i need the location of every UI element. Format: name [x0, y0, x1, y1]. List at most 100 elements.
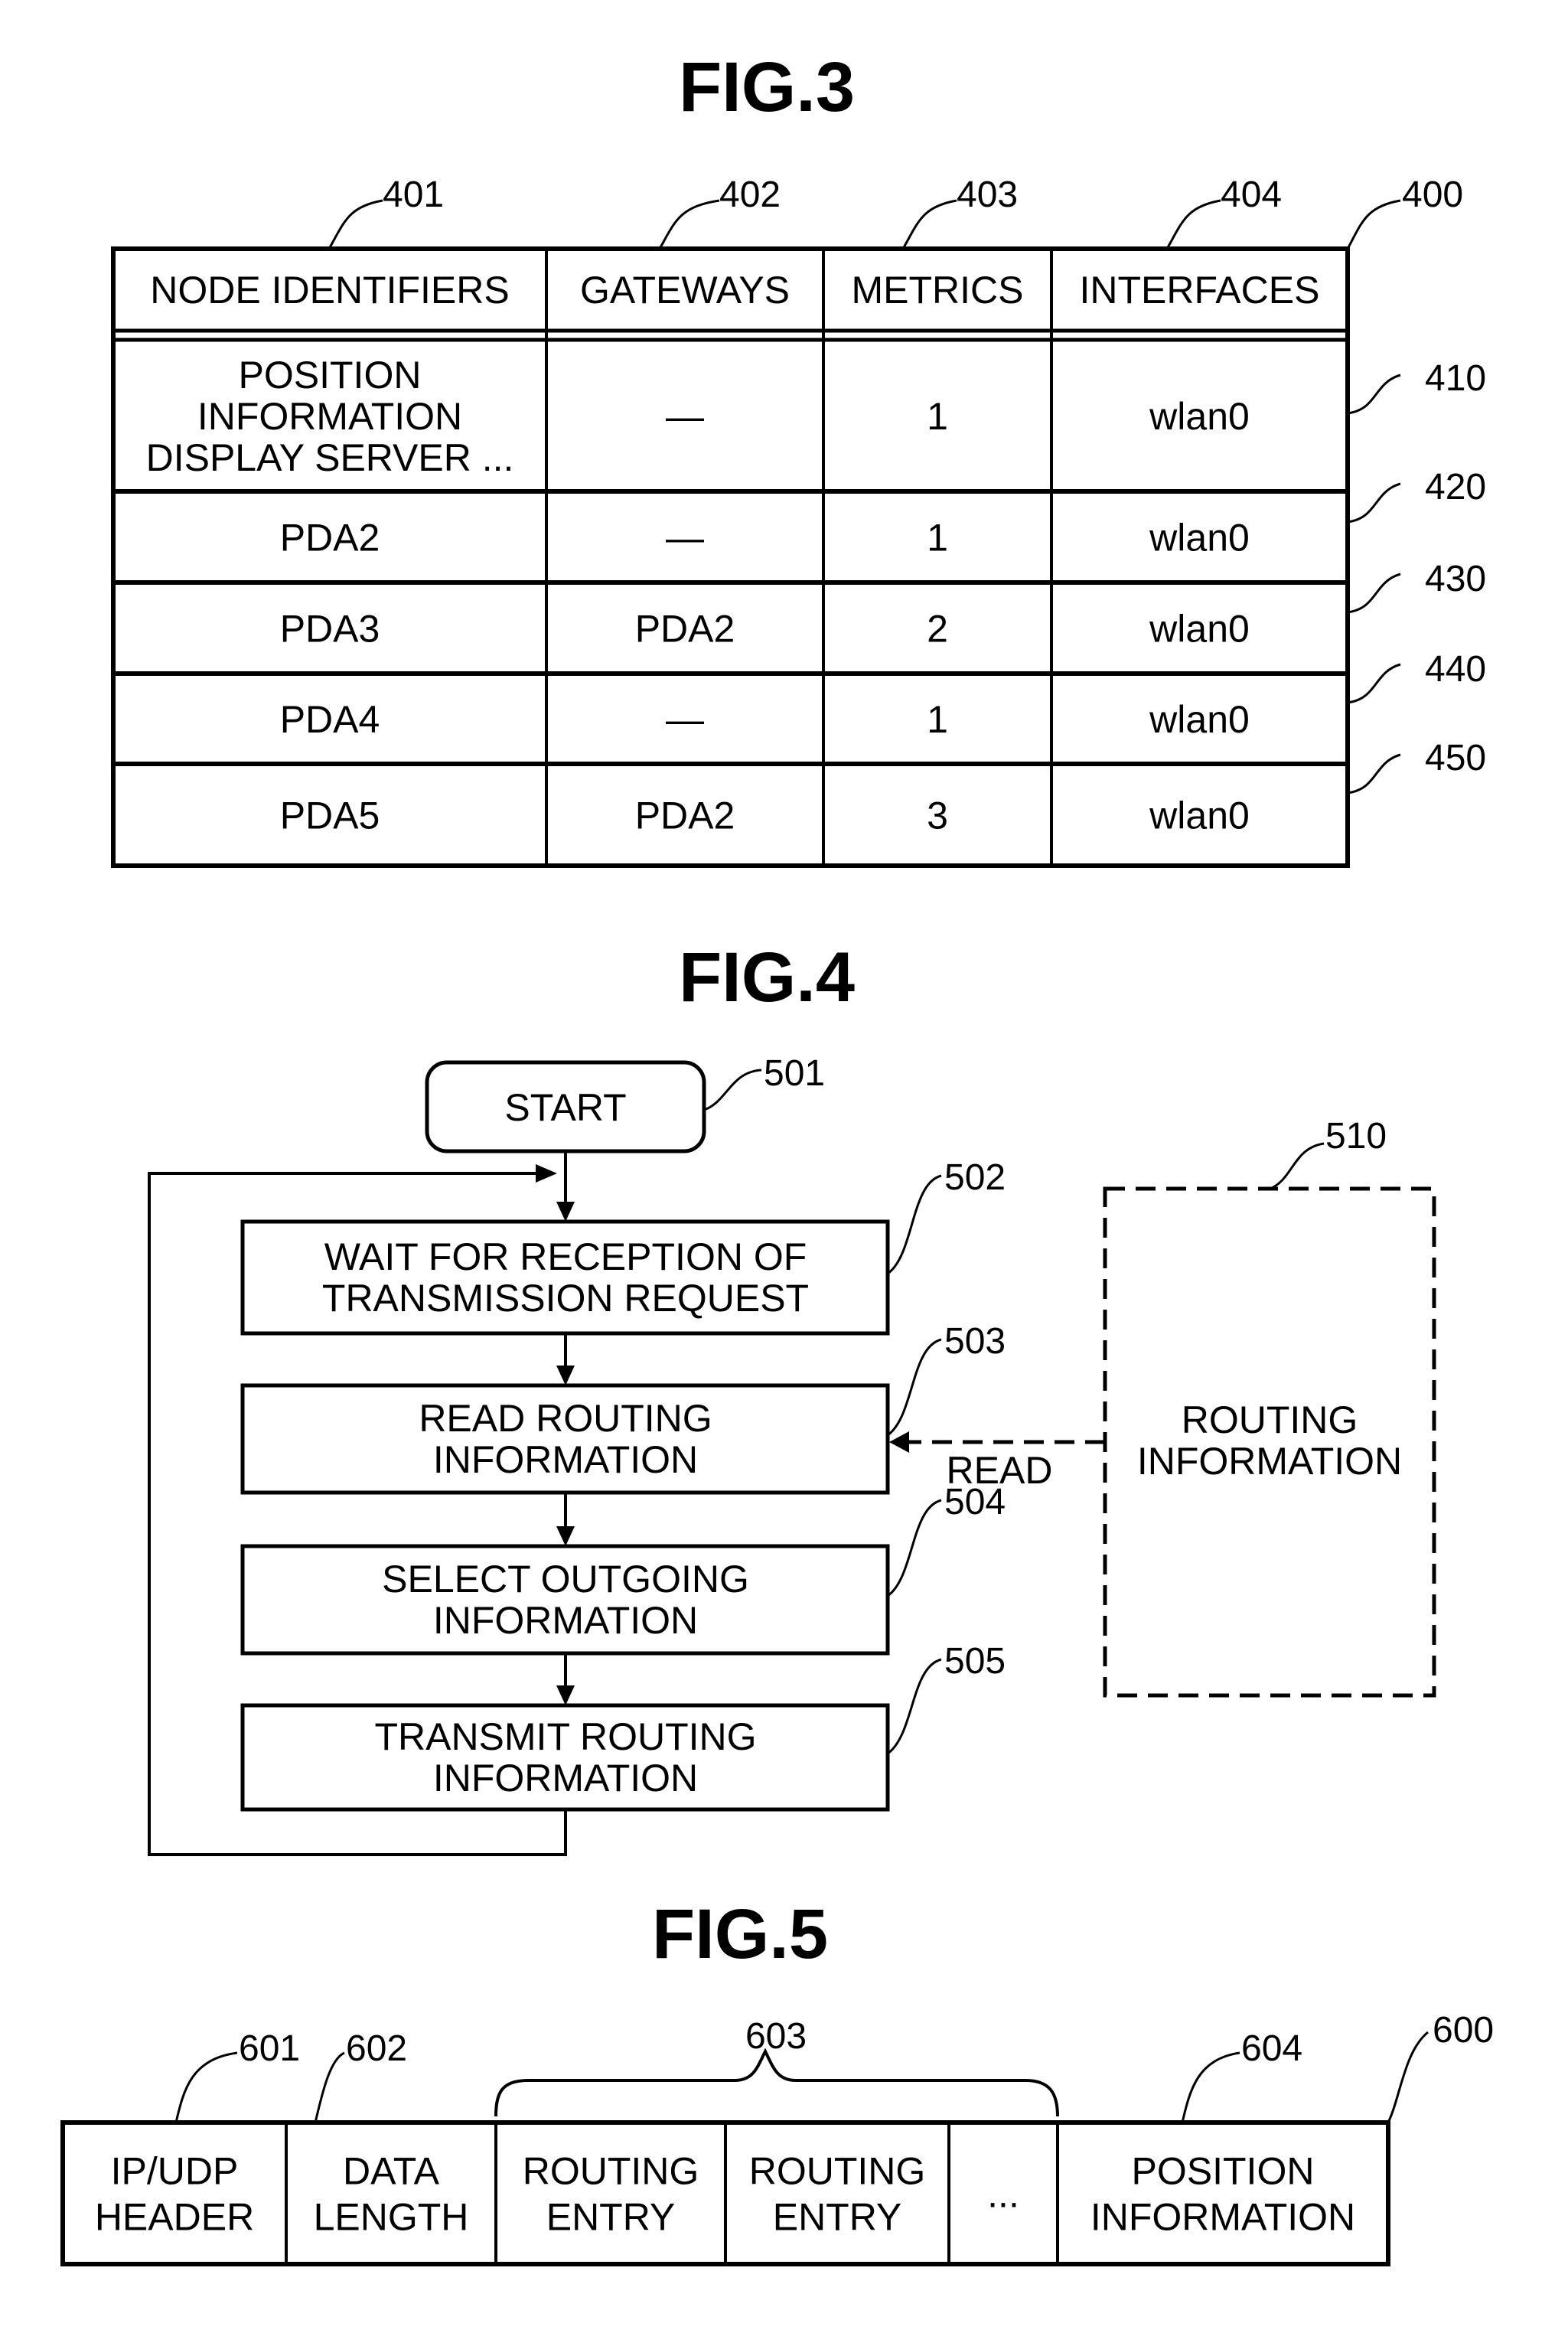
step-label: SELECT OUTGOING: [382, 1558, 749, 1600]
table-ref: 400: [1402, 175, 1463, 215]
leader-line: [174, 2051, 238, 2123]
group-brace: [494, 2047, 1059, 2117]
fig4-title: FIG.4: [679, 938, 855, 1016]
flow-step-502: WAIT FOR RECEPTION OFTRANSMISSION REQUES…: [240, 1157, 1006, 1385]
leader-line: [1165, 199, 1221, 250]
step-label: READ ROUTING: [419, 1397, 712, 1440]
step-label: WAIT FOR RECEPTION OF: [324, 1235, 807, 1278]
step-ref: 503: [944, 1321, 1006, 1362]
arrow-head: [556, 1685, 575, 1705]
step-label: INFORMATION: [433, 1438, 698, 1481]
row-ref: 440: [1425, 649, 1486, 690]
table-row: PDA4 — 1 wlan0 440: [280, 649, 1486, 741]
fig3: FIG.3 NODE IDENTIFIERS 401 GATEWAYS 402 METR…: [111, 48, 1486, 868]
arrow-head: [556, 1202, 575, 1222]
table-row: PDA5 PDA2 3 wlan0 450: [280, 738, 1486, 837]
metric-cell: 1: [927, 517, 948, 560]
store-label-line1: ROUTING: [1182, 1398, 1358, 1441]
step-label: INFORMATION: [433, 1599, 698, 1642]
row-ref: 430: [1425, 559, 1486, 599]
patent-figure-sheet: FIG.3 NODE IDENTIFIERS 401 GATEWAYS 402 METR…: [60, 48, 1494, 2266]
leader-line: [1347, 663, 1401, 704]
packet-field: ...: [947, 2123, 1019, 2264]
gateway-cell: PDA2: [635, 608, 735, 651]
node-identifier-cell: DISPLAY SERVER ...: [146, 436, 514, 479]
field-label: POSITION: [1132, 2150, 1315, 2193]
packet-field: IP/UDPHEADER 601: [95, 2028, 300, 2239]
metric-cell: 1: [927, 698, 948, 741]
field-label: IP/UDP: [111, 2150, 239, 2193]
packet-field: DATALENGTH 602: [285, 2028, 469, 2264]
node-identifier-cell: PDA5: [280, 795, 380, 837]
field-ref: 601: [239, 2028, 300, 2069]
step-label: TRANSMIT ROUTING: [374, 1715, 756, 1758]
field-label: ENTRY: [546, 2196, 676, 2239]
packet-field: ROUTINGENTRY: [494, 2123, 699, 2264]
interface-cell: wlan0: [1149, 698, 1250, 741]
step-label: TRANSMISSION REQUEST: [322, 1277, 809, 1320]
field-ref: 602: [346, 2028, 407, 2069]
field-label: INFORMATION: [1090, 2196, 1355, 2239]
arrow-head: [556, 1526, 575, 1546]
gateway-cell: —: [666, 517, 704, 560]
metric-cell: 3: [927, 795, 948, 837]
column-header: NODE IDENTIFIERS: [150, 269, 509, 312]
row-ref: 450: [1425, 738, 1486, 778]
leader-line: [314, 2051, 345, 2123]
field-label: ENTRY: [773, 2196, 902, 2239]
column-header: GATEWAYS: [580, 269, 790, 312]
field-label: LENGTH: [314, 2196, 469, 2239]
leader-line: [887, 1658, 942, 1755]
gateway-cell: —: [666, 698, 704, 741]
field-ref: 604: [1241, 2028, 1302, 2069]
leader-line: [1347, 374, 1401, 415]
step-ref: 505: [944, 1641, 1006, 1682]
arrow-head: [889, 1431, 909, 1453]
column-ref-402: 402: [719, 175, 781, 215]
column-ref-401: 401: [383, 175, 444, 215]
ref-501: 501: [764, 1053, 825, 1094]
fig5-title: FIG.5: [652, 1895, 828, 1973]
leader-line: [1347, 573, 1401, 614]
packet-field: ROUTINGENTRY: [724, 2123, 925, 2264]
metric-cell: 2: [927, 608, 948, 651]
ref-603: 603: [745, 2016, 807, 2057]
leader-line: [887, 1174, 942, 1275]
column-header: METRICS: [852, 269, 1024, 312]
ref-510: 510: [1325, 1116, 1387, 1157]
step-ref: 502: [944, 1157, 1006, 1198]
column-ref-404: 404: [1221, 175, 1282, 215]
leader-line: [1387, 2031, 1429, 2123]
packet-field: POSITIONINFORMATION 604: [1056, 2028, 1355, 2264]
column-ref-403: 403: [957, 175, 1018, 215]
field-label: ...: [987, 2173, 1019, 2216]
field-label: ROUTING: [523, 2150, 699, 2193]
leader-line: [1347, 753, 1401, 795]
metric-cell: 1: [927, 395, 948, 438]
leader-line: [1347, 482, 1401, 524]
start-label: START: [504, 1086, 626, 1129]
leader-line: [887, 1499, 942, 1597]
fig5: FIG.5 IP/UDPHEADER 601 DATALENGTH 602 ROUTIN…: [60, 1895, 1494, 2266]
field-label: HEADER: [95, 2196, 254, 2239]
routing-table-content: NODE IDENTIFIERS 401 GATEWAYS 402 METRICS 403…: [146, 175, 1486, 837]
node-identifier-cell: POSITION: [239, 354, 422, 396]
table-row: PDA3 PDA2 2 wlan0 430: [280, 559, 1486, 651]
arrow-head: [536, 1164, 557, 1183]
interface-cell: wlan0: [1149, 395, 1250, 438]
node-identifier-cell: PDA4: [280, 698, 380, 741]
leader-line: [1181, 2051, 1240, 2123]
arrow-head: [556, 1366, 575, 1385]
interface-cell: wlan0: [1149, 608, 1250, 651]
leader-line: [1270, 1142, 1325, 1190]
leader-line: [1346, 199, 1401, 250]
leader-line: [658, 199, 720, 250]
store-label-line2: INFORMATION: [1137, 1440, 1402, 1483]
flow-step-505: TRANSMIT ROUTINGINFORMATION 505: [240, 1641, 1006, 1812]
flow-step-504: SELECT OUTGOINGINFORMATION504: [240, 1482, 1006, 1705]
leader-line: [703, 1069, 762, 1111]
fig3-title: FIG.3: [679, 48, 855, 126]
gateway-cell: PDA2: [635, 795, 735, 837]
fig4: FIG.4 START 501 WAIT FOR RECEPTION OFTRA…: [148, 938, 1436, 1856]
ref-600: 600: [1433, 2010, 1494, 2051]
